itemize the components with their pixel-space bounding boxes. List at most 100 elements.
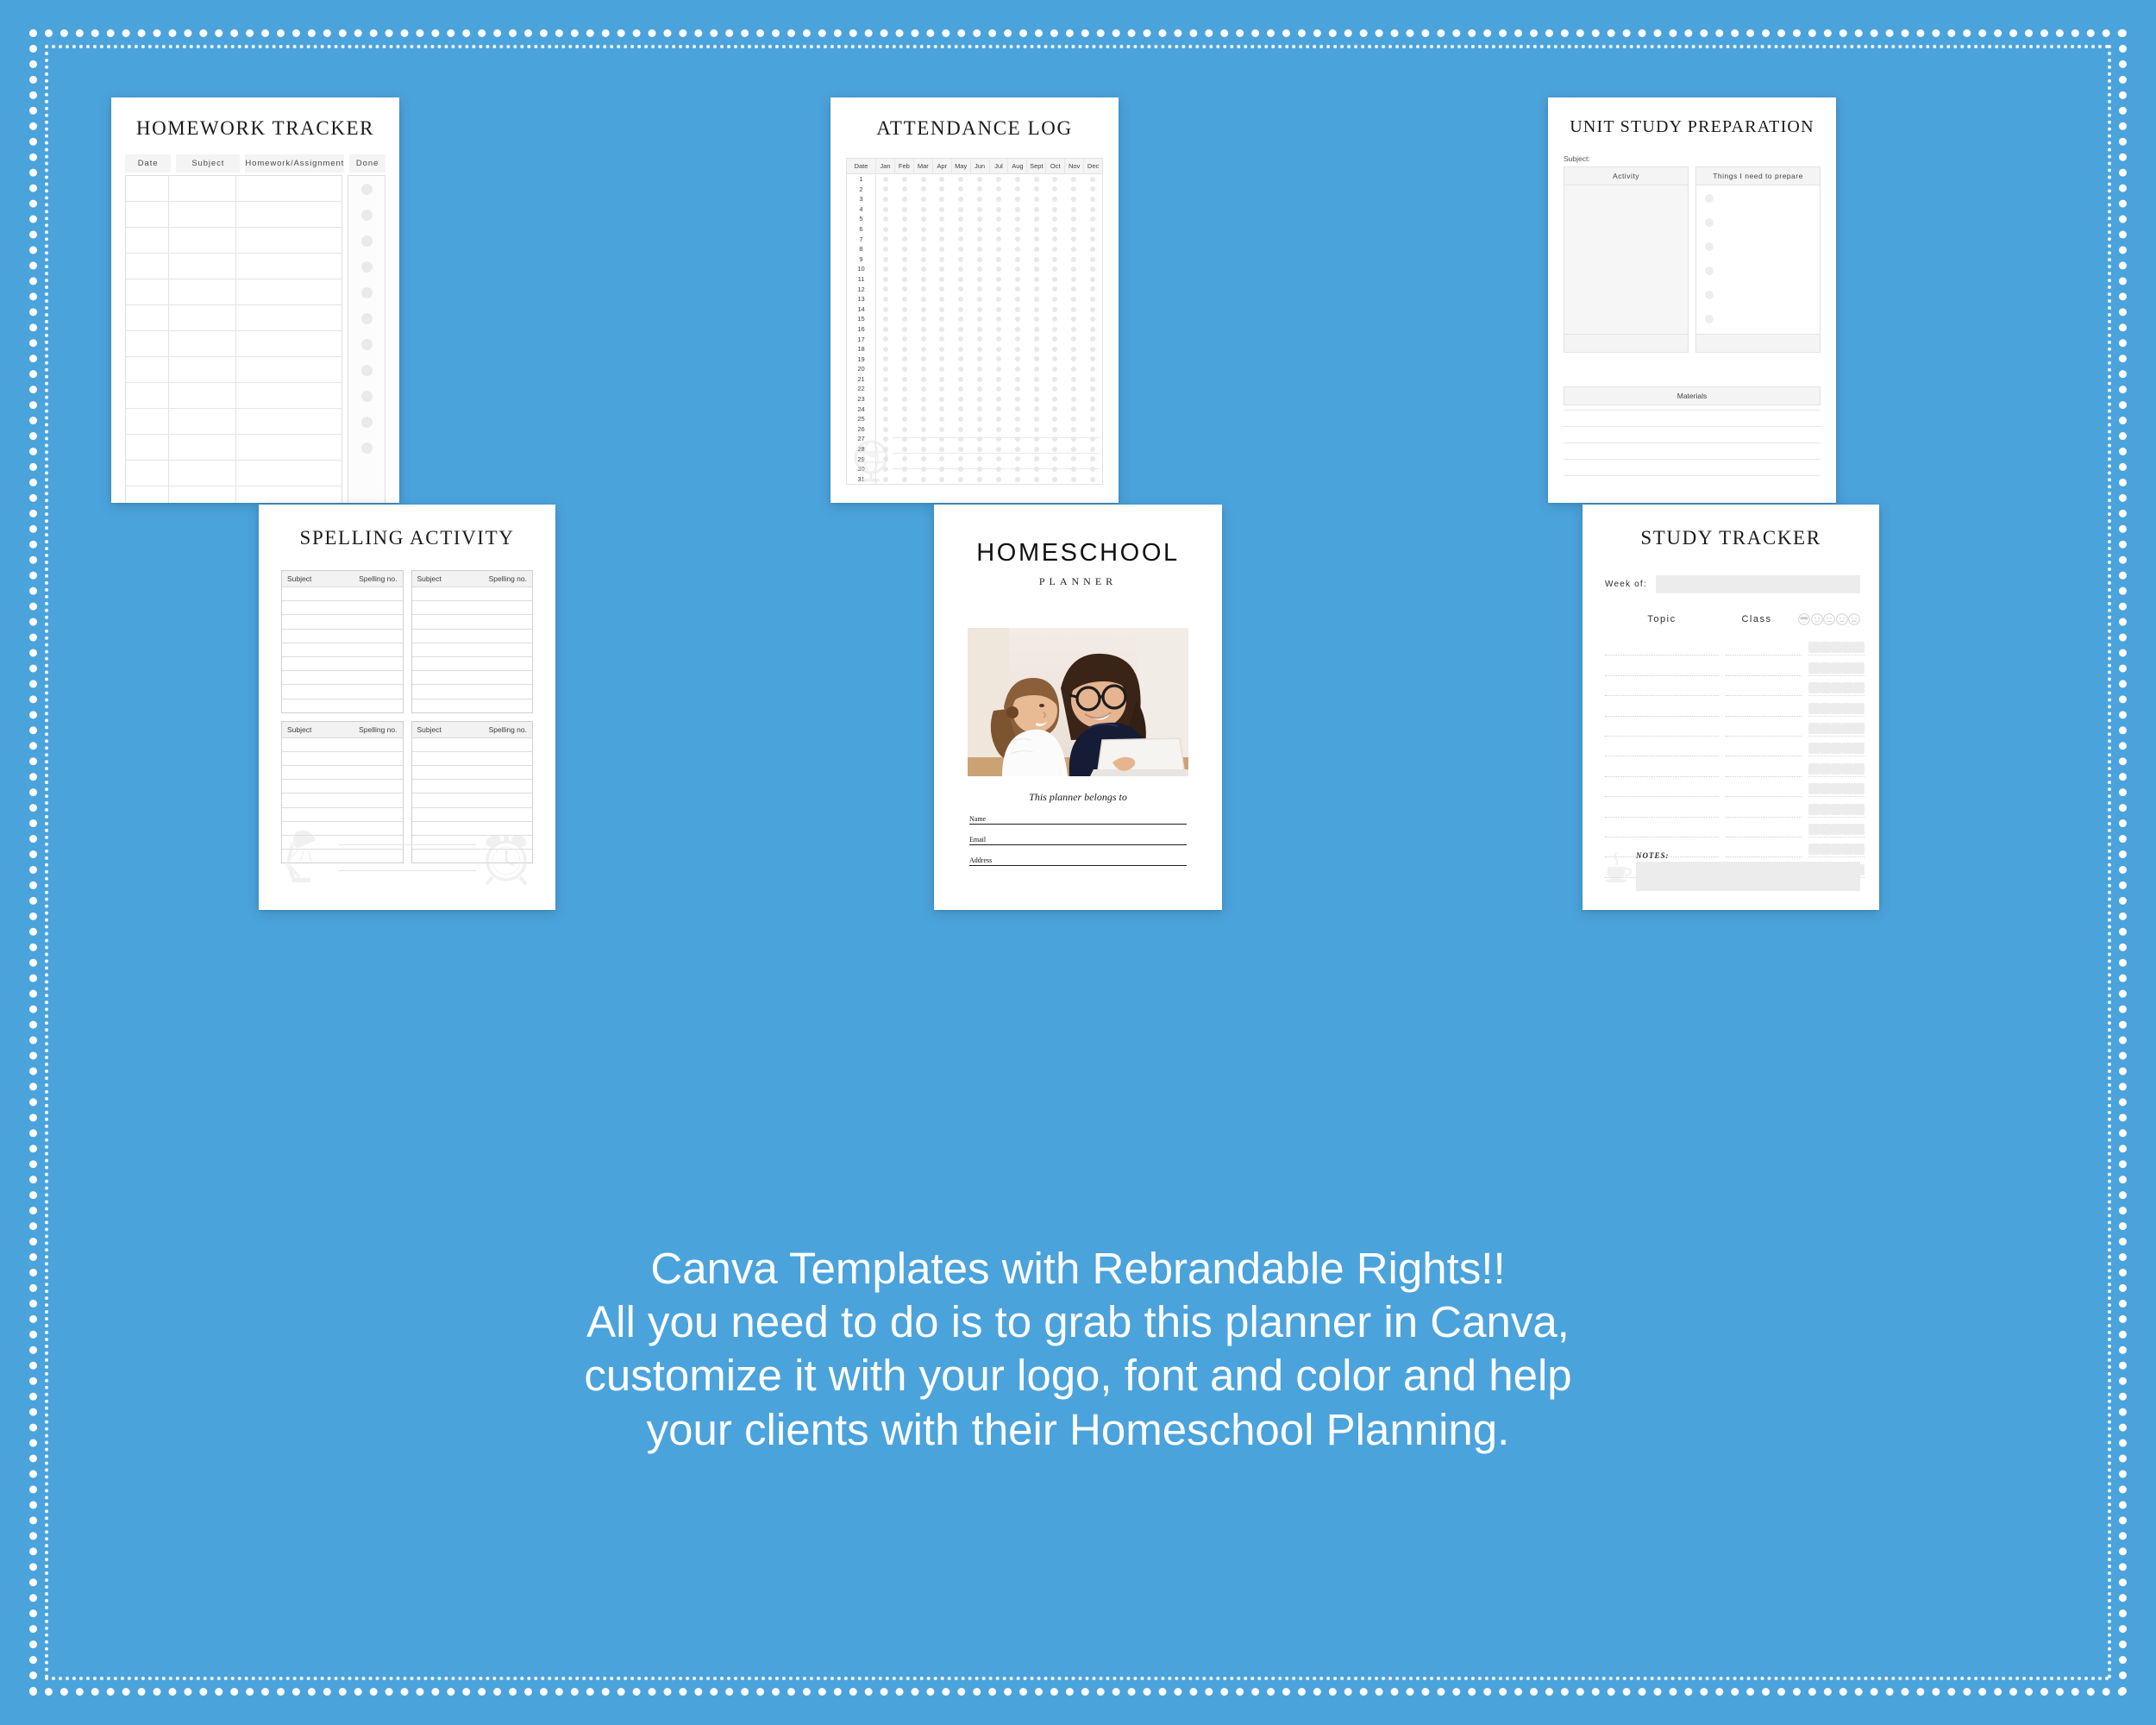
cell-assignment[interactable] bbox=[236, 461, 342, 486]
cell-assignment[interactable] bbox=[236, 486, 342, 503]
prepare-bullet[interactable] bbox=[1705, 291, 1714, 299]
attendance-dot[interactable] bbox=[920, 346, 926, 352]
done-checkbox[interactable] bbox=[360, 312, 373, 324]
mood-checkbox[interactable] bbox=[1831, 743, 1842, 755]
attendance-dot[interactable] bbox=[1071, 356, 1077, 362]
attendance-dot[interactable] bbox=[920, 186, 926, 192]
attendance-dot[interactable] bbox=[958, 226, 964, 232]
attendance-dot[interactable] bbox=[977, 186, 983, 192]
attendance-dot[interactable] bbox=[977, 396, 983, 402]
attendance-dot[interactable] bbox=[901, 236, 907, 242]
attendance-dot[interactable] bbox=[920, 267, 926, 273]
attendance-dot[interactable] bbox=[958, 386, 964, 392]
cell-mood-boxes[interactable] bbox=[1808, 803, 1865, 818]
attendance-dot[interactable] bbox=[958, 317, 964, 323]
mood-checkbox[interactable] bbox=[1808, 803, 1820, 815]
cell-assignment[interactable] bbox=[236, 228, 342, 253]
cell-subject[interactable] bbox=[169, 409, 236, 434]
attendance-dot[interactable] bbox=[977, 346, 983, 352]
mood-checkbox[interactable] bbox=[1853, 662, 1865, 674]
cell-class[interactable] bbox=[1726, 796, 1802, 798]
unit-study-activity-area[interactable] bbox=[1564, 185, 1689, 335]
attendance-dot[interactable] bbox=[977, 196, 983, 202]
cell-date[interactable] bbox=[126, 279, 169, 304]
mood-checkbox[interactable] bbox=[1808, 823, 1820, 835]
attendance-dot[interactable] bbox=[1052, 267, 1058, 273]
mood-checkbox[interactable] bbox=[1820, 642, 1831, 654]
attendance-dot[interactable] bbox=[1071, 426, 1077, 432]
mood-checkbox[interactable] bbox=[1808, 743, 1820, 755]
cell-topic[interactable] bbox=[1605, 735, 1719, 737]
attendance-dot[interactable] bbox=[1090, 267, 1096, 273]
materials-line[interactable] bbox=[1564, 410, 1821, 411]
spelling-line[interactable] bbox=[411, 684, 532, 698]
prepare-bullet[interactable] bbox=[1705, 315, 1714, 323]
attendance-dot[interactable] bbox=[977, 356, 983, 362]
attendance-dot[interactable] bbox=[977, 426, 983, 432]
cell-mood-boxes[interactable] bbox=[1808, 783, 1865, 798]
owner-field[interactable]: Address bbox=[969, 856, 1187, 866]
mood-checkbox[interactable] bbox=[1853, 762, 1865, 775]
attendance-dot[interactable] bbox=[1033, 267, 1039, 273]
owner-field[interactable]: Email bbox=[969, 836, 1187, 845]
attendance-dot[interactable] bbox=[920, 386, 926, 392]
card-unit-study-preparation[interactable]: UNIT STUDY PREPARATION Subject: Activity… bbox=[1548, 97, 1836, 503]
attendance-dot[interactable] bbox=[1033, 356, 1039, 362]
cell-subject[interactable] bbox=[169, 202, 236, 227]
attendance-dot[interactable] bbox=[1090, 376, 1096, 382]
card-study-tracker[interactable]: STUDY TRACKER Week of: Topic Class NOTES… bbox=[1583, 505, 1879, 910]
cell-assignment[interactable] bbox=[236, 357, 342, 382]
mood-checkbox[interactable] bbox=[1853, 722, 1865, 734]
attendance-dot[interactable] bbox=[901, 386, 907, 392]
attendance-dot[interactable] bbox=[977, 267, 983, 273]
attendance-dot[interactable] bbox=[882, 267, 888, 273]
attendance-dot[interactable] bbox=[920, 426, 926, 432]
unit-study-prepare-bullets[interactable] bbox=[1695, 185, 1821, 348]
attendance-dot[interactable] bbox=[882, 206, 888, 212]
attendance-dot[interactable] bbox=[995, 296, 1001, 302]
attendance-dot[interactable] bbox=[939, 196, 945, 202]
cell-class[interactable] bbox=[1726, 695, 1802, 697]
mood-checkbox[interactable] bbox=[1820, 823, 1831, 835]
cell-topic[interactable] bbox=[1605, 796, 1719, 798]
attendance-dot[interactable] bbox=[920, 417, 926, 423]
attendance-dot[interactable] bbox=[958, 376, 964, 382]
cell-subject[interactable] bbox=[169, 305, 236, 330]
spelling-line[interactable] bbox=[282, 600, 403, 614]
cell-class[interactable] bbox=[1726, 655, 1802, 656]
cell-mood-boxes[interactable] bbox=[1808, 682, 1865, 697]
spelling-line[interactable] bbox=[282, 737, 403, 751]
mood-checkbox[interactable] bbox=[1842, 642, 1853, 654]
attendance-dot[interactable] bbox=[958, 396, 964, 402]
mood-checkbox[interactable] bbox=[1853, 682, 1865, 694]
mood-checkbox[interactable] bbox=[1820, 662, 1831, 674]
attendance-dot[interactable] bbox=[1071, 326, 1077, 332]
attendance-dot[interactable] bbox=[901, 356, 907, 362]
attendance-dot[interactable] bbox=[882, 396, 888, 402]
attendance-dot[interactable] bbox=[1090, 236, 1096, 242]
attendance-dot[interactable] bbox=[1090, 356, 1096, 362]
spelling-line[interactable] bbox=[411, 737, 532, 751]
table-row[interactable] bbox=[1605, 737, 1865, 757]
attendance-dot[interactable] bbox=[995, 386, 1001, 392]
attendance-dot[interactable] bbox=[1052, 276, 1058, 282]
attendance-dot[interactable] bbox=[1014, 196, 1020, 202]
attendance-dot[interactable] bbox=[1071, 196, 1077, 202]
attendance-dot[interactable] bbox=[882, 426, 888, 432]
mood-checkbox[interactable] bbox=[1831, 682, 1842, 694]
attendance-dot[interactable] bbox=[901, 346, 907, 352]
attendance-dot[interactable] bbox=[1014, 417, 1020, 423]
table-row[interactable] bbox=[126, 331, 342, 357]
attendance-dot[interactable] bbox=[1014, 376, 1020, 382]
attendance-dot[interactable] bbox=[958, 256, 964, 262]
attendance-dot[interactable] bbox=[901, 226, 907, 232]
attendance-dot[interactable] bbox=[1014, 226, 1020, 232]
attendance-dot[interactable] bbox=[977, 176, 983, 182]
attendance-dot[interactable] bbox=[1014, 406, 1020, 412]
attendance-dot[interactable] bbox=[1052, 346, 1058, 352]
attendance-dot[interactable] bbox=[1033, 186, 1039, 192]
attendance-dot[interactable] bbox=[995, 396, 1001, 402]
attendance-dot[interactable] bbox=[977, 326, 983, 332]
cell-subject[interactable] bbox=[169, 461, 236, 486]
cell-mood-boxes[interactable] bbox=[1808, 722, 1865, 737]
